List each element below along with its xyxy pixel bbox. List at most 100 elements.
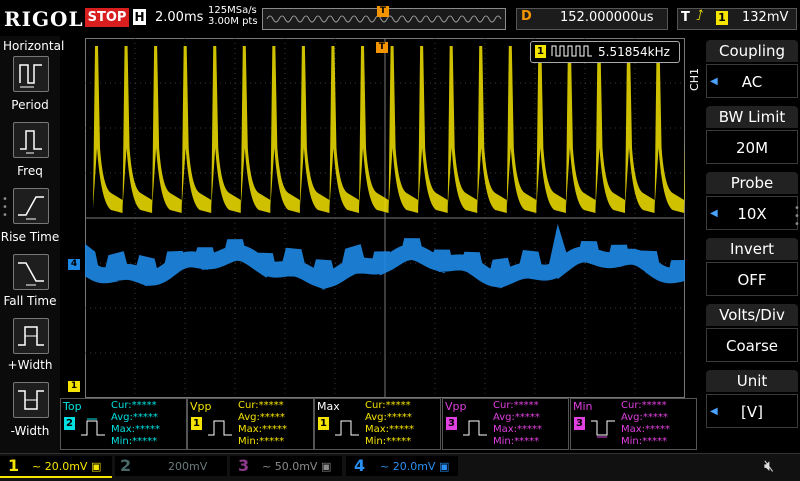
bw-limit-value: 20M [706,130,798,164]
freq-button[interactable] [13,122,49,158]
stat-max: Max:***** [621,424,671,435]
stat-avg: Avg:***** [238,412,285,423]
stat-max: Max:***** [493,424,543,435]
menu-channel-label: CH1 [688,68,701,91]
stat-avg: Avg:***** [111,412,158,423]
ch4-scale-value: 20.0mV [392,460,436,473]
minus-width-label: -Width [10,424,50,438]
rising-edge-icon: ⭜ [696,8,704,24]
coupling-title: Coupling [706,40,798,62]
fall-time-label: Fall Time [3,294,57,308]
ch1-waveform [93,46,714,213]
measurement-max-ch1[interactable]: Max 1 Cur:***** Avg:***** Max:***** Min:***… [314,398,441,450]
trigger-position-marker[interactable]: T [376,42,388,53]
memory-trigger-marker: T [377,6,389,17]
stat-min: Min:***** [365,436,412,447]
menu-page-dots[interactable]: • • • [794,204,800,230]
measurement-vpp-ch3[interactable]: Vpp 3 Cur:***** Avg:***** Max:***** Min:***… [442,398,569,450]
trigger-level: 132mV [742,10,789,25]
measurement-name: Max [317,400,340,413]
measurement-vpp-ch1[interactable]: Vpp 1 Cur:***** Avg:***** Max:***** Min:***… [187,398,314,450]
max-measure-icon [335,420,359,436]
ch4-scale: ~ 20.0mV ▣ [380,460,450,473]
acquisition-info: 125MSa/s 3.00M pts [208,5,258,27]
probe-title: Probe [706,172,798,194]
ch1-ground-marker[interactable]: 1 [68,381,80,392]
ch3-scale: ~ 50.0mV ▣ [262,460,332,473]
sample-rate: 125MSa/s [208,5,257,16]
period-icon [19,64,42,88]
waveform-display[interactable] [77,38,714,398]
panel-page-dots[interactable]: • • • [2,195,8,221]
measurement-channel-badge: 3 [574,417,585,430]
stat-max: Max:***** [365,424,415,435]
coupling-value: AC [706,64,798,98]
timebase-value[interactable]: 2.00ms [155,10,203,25]
stat-min: Min:***** [238,436,285,447]
fall-time-button[interactable] [13,254,49,290]
ch4-ground-marker[interactable]: 4 [68,259,80,270]
measurement-channel-badge: 1 [191,417,202,430]
measurement-stats: Cur:***** Avg:***** Max:***** Min:***** [493,400,542,448]
unit-arrow-icon: ◀ [710,406,718,417]
coupling-arrow-icon: ◀ [710,76,718,87]
measurement-name: Vpp [190,400,212,413]
ch2-number: 2 [120,456,132,475]
plus-width-button[interactable] [13,318,49,354]
minus-width-icon [18,390,44,410]
stat-min: Min:***** [621,436,668,447]
rise-time-button[interactable] [13,188,49,224]
invert-value: OFF [706,262,798,296]
unit-title: Unit [706,370,798,392]
measurement-channel-badge: 2 [64,417,75,430]
measurement-min-ch3[interactable]: Min 3 Cur:***** Avg:***** Max:***** Min:***… [570,398,697,450]
stat-max: Max:***** [238,424,288,435]
minus-width-button[interactable] [13,382,49,418]
speaker-mute-icon[interactable]: 🔇︎ [764,456,774,476]
graticule [85,38,685,398]
measurement-channel-badge: 1 [318,417,329,430]
delay-badge: D [521,9,532,24]
top-measure-icon [81,418,105,436]
unit-value: [V] [706,394,798,428]
probe-arrow-icon: ◀ [710,208,718,219]
vpp-measure-icon [463,420,487,436]
plus-width-label: +Width [7,358,53,372]
stat-min: Min:***** [493,436,540,447]
frequency-value: 5.51854kHz [598,45,670,59]
period-button[interactable] [13,56,49,92]
freq-channel-badge: 1 [535,45,546,58]
freq-icon [20,130,42,154]
measurement-stats: Cur:***** Avg:***** Max:***** Min:***** [621,400,670,448]
stat-avg: Avg:***** [621,412,668,423]
trigger-source-badge: 1 [716,11,728,25]
ch1-scale: ~ 20.0mV ▣ [32,460,102,473]
rise-time-icon [18,196,44,220]
volts-div-title: Volts/Div [706,304,798,326]
measurement-stats: Cur:***** Avg:***** Max:***** Min:***** [365,400,414,448]
measurement-top[interactable]: Top 2 Cur:***** Avg:***** Max:***** Min:***… [60,398,187,450]
vpp-measure-icon [208,420,232,436]
ch2-scale: 200mV [168,460,208,473]
measurement-channel-badge: 3 [446,417,457,430]
stat-min: Min:***** [111,436,158,447]
plus-width-icon [18,326,44,346]
invert-title: Invert [706,238,798,260]
stat-cur: Cur:***** [238,400,284,411]
trigger-badge: T [681,10,690,25]
pulse-train-icon [551,45,592,57]
measurement-stats: Cur:***** Avg:***** Max:***** Min:***** [111,400,160,448]
probe-value: 10X [706,196,798,230]
stat-cur: Cur:***** [111,400,157,411]
ch4-number: 4 [354,456,366,475]
memory-depth: 3.00M pts [208,16,258,27]
ch3-scale-value: 50.0mV [274,460,318,473]
ch1-scale-value: 20.0mV [44,460,88,473]
rigol-logo: RIGOL [4,7,84,31]
stat-max: Max:***** [111,424,161,435]
freq-label: Freq [17,164,43,178]
rise-time-label: Rise Time [0,230,60,244]
run-stop-status[interactable]: STOP [85,8,129,27]
bw-limit-title: BW Limit [706,106,798,128]
waveform-canvas [77,38,714,398]
